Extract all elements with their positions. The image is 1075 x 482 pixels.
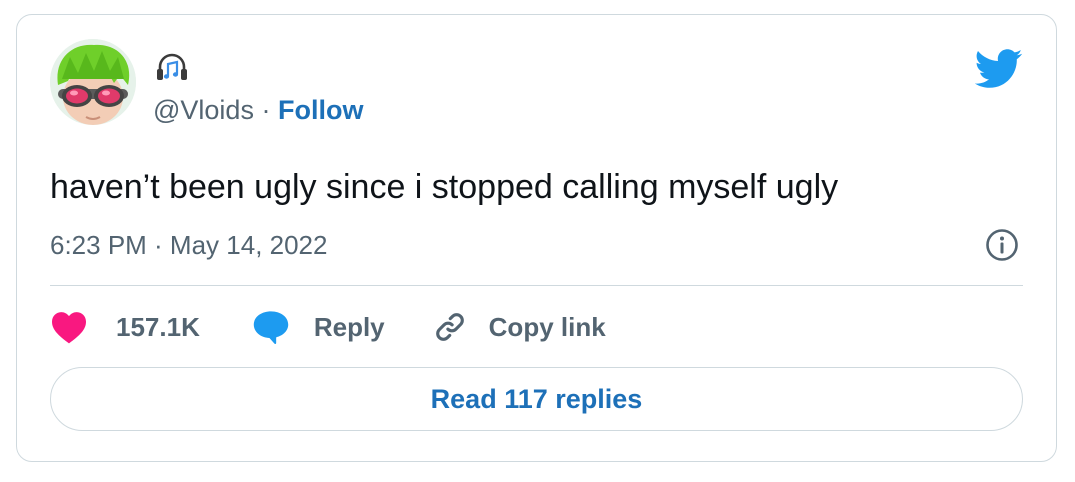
avatar[interactable] xyxy=(50,39,136,125)
user-handle[interactable]: @Vloids xyxy=(153,95,254,125)
divider xyxy=(50,285,1023,286)
like-button[interactable]: 157.1K xyxy=(50,310,200,344)
link-icon xyxy=(435,313,464,341)
tweet-card: @Vloids · Follow haven’t been ugly since… xyxy=(16,14,1057,462)
separator-dot: · xyxy=(261,95,271,125)
tweet-timestamp[interactable]: 6:23 PM · May 14, 2022 xyxy=(50,229,327,261)
headphones-music-icon xyxy=(157,53,187,80)
read-replies-label: Read 117 replies xyxy=(430,383,643,414)
action-bar: 157.1K Reply Copy link xyxy=(50,307,606,347)
reply-button[interactable]: Reply xyxy=(252,309,385,345)
info-icon[interactable] xyxy=(985,228,1019,262)
heart-icon xyxy=(52,312,86,344)
follow-button[interactable]: Follow xyxy=(278,95,363,125)
handle-row: @Vloids · Follow xyxy=(153,94,363,126)
like-count: 157.1K xyxy=(116,311,200,342)
reply-label: Reply xyxy=(313,311,385,342)
twitter-bird-icon[interactable] xyxy=(975,49,1023,89)
read-replies-button[interactable]: Read 117 replies xyxy=(50,367,1023,431)
copy-link-label: Copy link xyxy=(488,311,606,342)
avatar-image xyxy=(50,39,136,125)
copy-link-button[interactable]: Copy link xyxy=(433,310,606,344)
tweet-text: haven’t been ugly since i stopped callin… xyxy=(50,168,839,206)
speech-bubble-icon xyxy=(253,311,289,344)
